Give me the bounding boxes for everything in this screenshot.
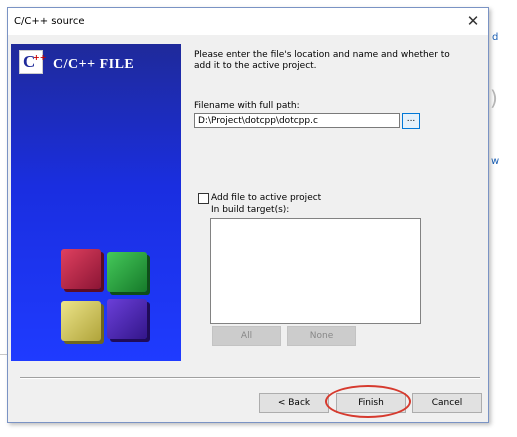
add-to-project-label[interactable]: Add file to active project <box>211 193 321 203</box>
purple-cube-icon <box>107 299 147 339</box>
finish-highlight-annotation <box>325 385 411 418</box>
red-cube-icon <box>61 249 101 289</box>
banner-title: C/C++ FILE <box>53 57 135 72</box>
dialog-titlebar: C/C++ source ✕ <box>8 8 488 35</box>
logo-plus: ++ <box>33 53 47 62</box>
dialog-title: C/C++ source <box>14 16 85 27</box>
new-file-wizard-dialog: C/C++ source ✕ C ++ C/C++ FILE Please en… <box>7 7 489 423</box>
wizard-banner: C ++ C/C++ FILE <box>11 44 181 361</box>
close-icon[interactable]: ✕ <box>462 11 484 31</box>
back-button[interactable]: < Back <box>259 393 329 413</box>
background-link-fragment: d <box>492 32 499 43</box>
back-button-label: < Back <box>277 398 311 408</box>
green-cube-icon <box>107 252 147 292</box>
build-targets-list[interactable] <box>210 218 421 324</box>
footer-divider <box>20 377 480 379</box>
cpp-logo-icon: C ++ <box>19 50 47 74</box>
filename-label: Filename with full path: <box>194 101 300 111</box>
background-link-fragment: w <box>491 156 500 167</box>
cancel-button-label: Cancel <box>431 398 463 408</box>
wizard-description: Please enter the file's location and nam… <box>194 50 450 71</box>
background-divider <box>0 354 7 355</box>
yellow-cube-icon <box>61 301 101 341</box>
filename-input[interactable] <box>194 113 400 128</box>
build-targets-label: In build target(s): <box>211 205 290 215</box>
select-all-button[interactable]: All <box>212 326 281 346</box>
cancel-button[interactable]: Cancel <box>412 393 482 413</box>
add-to-project-checkbox[interactable] <box>198 193 209 204</box>
select-none-button[interactable]: None <box>287 326 356 346</box>
browse-button[interactable]: ... <box>402 113 420 129</box>
background-paren: ) <box>490 86 498 110</box>
